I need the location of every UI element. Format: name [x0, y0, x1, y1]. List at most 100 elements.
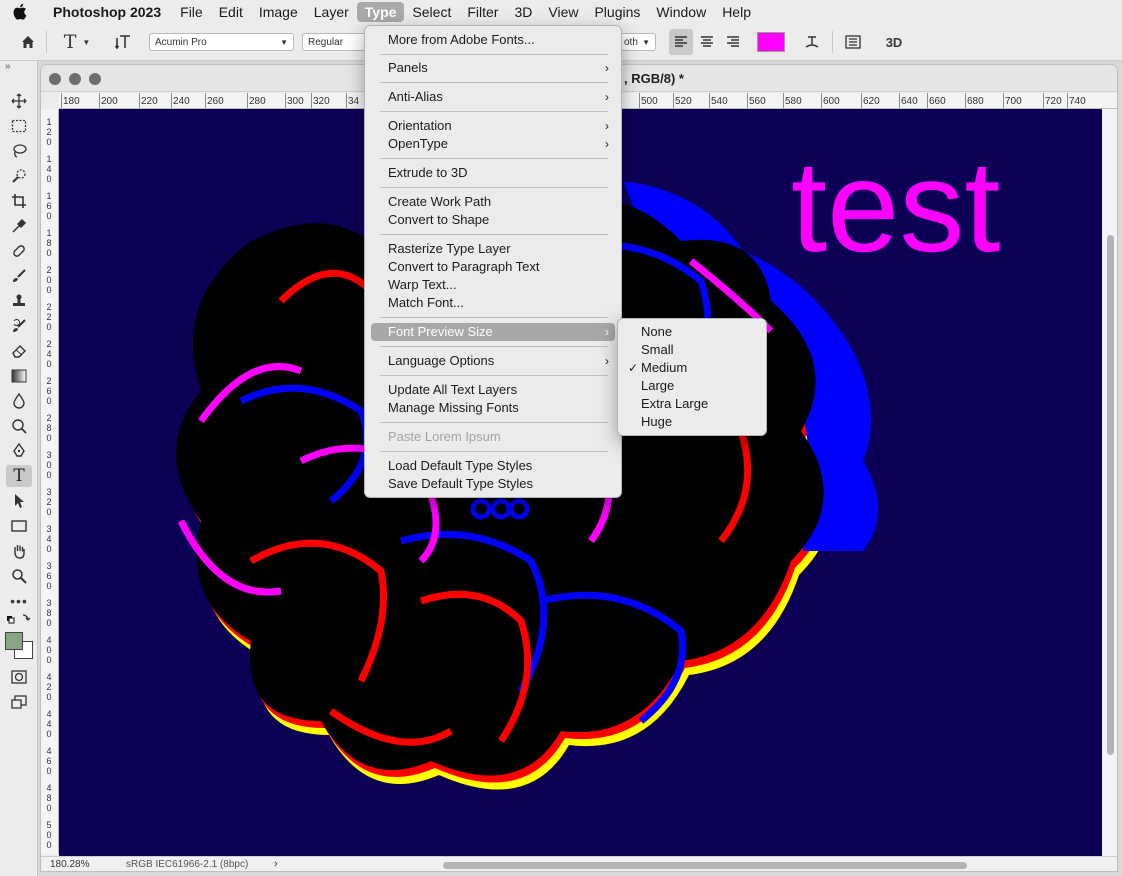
history-brush-tool-icon[interactable]: [6, 315, 32, 337]
menu-item-anti-alias[interactable]: Anti-Alias ›: [371, 88, 615, 106]
submenu-item-medium[interactable]: ✓ Medium: [623, 359, 763, 377]
vertical-scroll-thumb[interactable]: [1107, 235, 1114, 755]
menu-image[interactable]: Image: [251, 2, 306, 22]
menu-item-opentype[interactable]: OpenType ›: [371, 135, 615, 153]
screen-mode-icon[interactable]: [6, 691, 32, 713]
menu-item-extrude-3d[interactable]: Extrude to 3D: [371, 164, 615, 182]
swap-colors-icon[interactable]: [6, 612, 32, 626]
minimize-icon[interactable]: [69, 73, 81, 85]
blur-tool-icon[interactable]: [6, 390, 32, 412]
ruler-label: 720: [1045, 96, 1062, 107]
menu-item-orientation[interactable]: Orientation ›: [371, 117, 615, 135]
submenu-item-extra-large[interactable]: Extra Large: [623, 395, 763, 413]
hand-tool-icon[interactable]: [6, 540, 32, 562]
apple-icon[interactable]: [0, 3, 38, 20]
clone-stamp-tool-icon[interactable]: [6, 290, 32, 312]
menu-item-match-font[interactable]: Match Font...: [371, 294, 615, 312]
menu-help[interactable]: Help: [714, 2, 759, 22]
menu-file[interactable]: File: [172, 2, 211, 22]
ruler-label: 220: [141, 96, 158, 107]
gradient-tool-icon[interactable]: [6, 365, 32, 387]
text-layer[interactable]: test: [791, 133, 1001, 279]
more-tools-icon[interactable]: •••: [6, 590, 32, 612]
submenu-item-large[interactable]: Large: [623, 377, 763, 395]
3d-button[interactable]: 3D: [880, 23, 908, 61]
ruler-label: 440: [46, 709, 52, 739]
menu-item-create-work-path[interactable]: Create Work Path: [371, 193, 615, 211]
menu-item-convert-to-shape[interactable]: Convert to Shape: [371, 211, 615, 229]
zoom-icon[interactable]: [89, 73, 101, 85]
type-tool-icon[interactable]: T: [6, 465, 32, 487]
type-tool-preset-icon[interactable]: T ▼: [56, 23, 98, 61]
foreground-color-swatch[interactable]: [5, 632, 23, 650]
toggle-orientation-icon[interactable]: [110, 23, 138, 61]
align-center-icon[interactable]: [695, 23, 719, 61]
submenu-item-small[interactable]: Small: [623, 341, 763, 359]
dodge-tool-icon[interactable]: [6, 415, 32, 437]
ruler-label: 480: [46, 783, 52, 813]
ruler-tick: [99, 93, 100, 108]
font-family-value: Acumin Pro: [155, 36, 207, 48]
home-icon[interactable]: [14, 23, 42, 61]
move-tool-icon[interactable]: [6, 90, 32, 112]
menu-filter[interactable]: Filter: [459, 2, 506, 22]
eraser-tool-icon[interactable]: [6, 340, 32, 362]
ruler-label: 360: [46, 561, 52, 591]
healing-brush-tool-icon[interactable]: [6, 240, 32, 262]
ruler-tick: [927, 93, 928, 108]
brush-tool-icon[interactable]: [6, 265, 32, 287]
menu-item-save-default-styles[interactable]: Save Default Type Styles: [371, 475, 615, 493]
align-left-icon[interactable]: [669, 29, 693, 55]
rectangle-tool-icon[interactable]: [6, 515, 32, 537]
character-panel-icon[interactable]: [840, 23, 866, 61]
font-family-select[interactable]: Acumin Pro ▼: [149, 33, 294, 51]
menu-3d[interactable]: 3D: [506, 2, 540, 22]
menu-plugins[interactable]: Plugins: [586, 2, 648, 22]
menu-view[interactable]: View: [540, 2, 586, 22]
menu-item-rasterize-type-layer[interactable]: Rasterize Type Layer: [371, 240, 615, 258]
menu-layer[interactable]: Layer: [306, 2, 357, 22]
menu-window[interactable]: Window: [648, 2, 714, 22]
submenu-item-none[interactable]: None: [623, 323, 763, 341]
menu-item-load-default-styles[interactable]: Load Default Type Styles: [371, 457, 615, 475]
close-icon[interactable]: [49, 73, 61, 85]
menu-type[interactable]: Type: [356, 1, 405, 22]
pen-tool-icon[interactable]: [6, 440, 32, 462]
menu-edit[interactable]: Edit: [211, 2, 251, 22]
menu-item-font-preview-size[interactable]: Font Preview Size ›: [371, 323, 615, 341]
status-menu-arrow[interactable]: ›: [274, 858, 278, 870]
text-color-swatch[interactable]: [757, 32, 785, 52]
menu-item-convert-to-paragraph[interactable]: Convert to Paragraph Text: [371, 258, 615, 276]
font-style-select[interactable]: Regular: [302, 33, 366, 51]
collapse-panel-icon[interactable]: »: [5, 61, 11, 72]
horizontal-scroll-thumb[interactable]: [443, 862, 967, 869]
warp-text-icon[interactable]: [799, 23, 825, 61]
path-selection-tool-icon[interactable]: [6, 490, 32, 512]
chevron-right-icon: ›: [605, 325, 609, 339]
quick-selection-tool-icon[interactable]: [6, 165, 32, 187]
crop-tool-icon[interactable]: [6, 190, 32, 212]
vertical-scrollbar[interactable]: [1102, 109, 1117, 856]
menu-item-label: Convert to Paragraph Text: [388, 259, 540, 274]
zoom-tool-icon[interactable]: [6, 565, 32, 587]
align-right-icon[interactable]: [721, 23, 745, 61]
menu-item-more-fonts[interactable]: More from Adobe Fonts...: [371, 31, 615, 49]
quick-mask-icon[interactable]: [6, 666, 32, 688]
chevron-down-icon: ▼: [642, 37, 650, 47]
menu-item-panels[interactable]: Panels ›: [371, 59, 615, 77]
submenu-item-huge[interactable]: Huge: [623, 413, 763, 431]
eyedropper-tool-icon[interactable]: [6, 215, 32, 237]
zoom-level[interactable]: 180.28%: [50, 859, 89, 870]
ruler-tick: [61, 93, 62, 108]
menu-item-manage-missing-fonts[interactable]: Manage Missing Fonts: [371, 399, 615, 417]
menu-item-update-text-layers[interactable]: Update All Text Layers: [371, 381, 615, 399]
ruler-tick: [205, 93, 206, 108]
lasso-tool-icon[interactable]: [6, 140, 32, 162]
antialias-select[interactable]: oth ▼: [618, 33, 656, 51]
menu-item-warp-text[interactable]: Warp Text...: [371, 276, 615, 294]
app-name[interactable]: Photoshop 2023: [38, 4, 172, 20]
menu-item-language-options[interactable]: Language Options ›: [371, 352, 615, 370]
marquee-tool-icon[interactable]: [6, 115, 32, 137]
menu-select[interactable]: Select: [404, 2, 459, 22]
chevron-right-icon: ›: [605, 354, 609, 368]
